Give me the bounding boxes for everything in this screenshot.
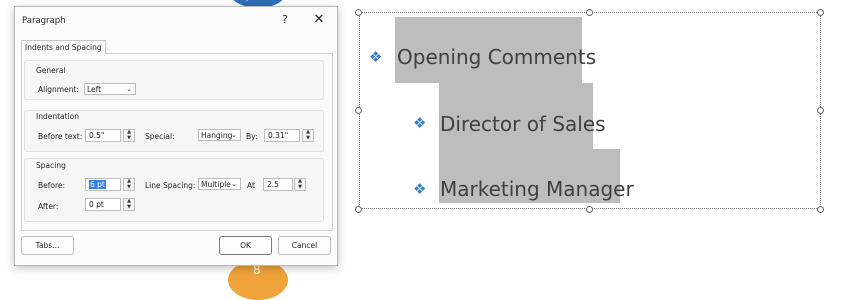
ok-button[interactable]: OK — [219, 236, 272, 255]
before-input[interactable]: 6 pt — [85, 178, 121, 191]
by-spinner[interactable]: ▲ ▼ — [302, 129, 314, 142]
resize-handle-top[interactable] — [586, 9, 593, 16]
special-label: Special: — [145, 132, 175, 141]
bullet-text[interactable]: Director of Sales — [440, 112, 606, 136]
alignment-value: Left — [87, 85, 102, 94]
decorative-badge-text: √ — [244, 0, 251, 4]
line-spacing-label: Line Spacing: — [145, 181, 196, 190]
after-spinner[interactable]: ▲ ▼ — [123, 198, 135, 211]
before-text-label: Before text: — [38, 132, 83, 141]
before-spinner[interactable]: ▲ ▼ — [123, 178, 135, 191]
resize-handle-bottom[interactable] — [586, 206, 593, 213]
resize-handle-bottom-left[interactable] — [355, 206, 362, 213]
chevron-down-icon: ⌄ — [126, 85, 132, 93]
before-text-value: 0.5" — [89, 131, 105, 140]
diamond-bullet-icon: ❖ — [413, 180, 427, 198]
resize-handle-bottom-right[interactable] — [817, 206, 824, 213]
resize-handle-right[interactable] — [817, 107, 824, 114]
chevron-down-icon: ⌄ — [231, 131, 237, 139]
at-input[interactable]: 2.5 — [263, 178, 293, 191]
chevron-down-icon: ⌄ — [231, 180, 237, 188]
after-input[interactable]: 0 pt — [85, 198, 121, 211]
after-value: 0 pt — [89, 200, 104, 209]
by-value: 0.31" — [268, 131, 289, 140]
resize-handle-top-left[interactable] — [355, 9, 362, 16]
resize-handle-left[interactable] — [355, 107, 362, 114]
after-label: After: — [38, 202, 59, 211]
line-spacing-value: Multiple — [201, 180, 231, 189]
at-value: 2.5 — [267, 180, 279, 189]
at-spinner[interactable]: ▲ ▼ — [294, 178, 306, 191]
before-label: Before: — [38, 181, 66, 190]
special-value: Hanging — [201, 131, 233, 140]
alignment-select[interactable]: Left ⌄ — [84, 83, 136, 95]
before-text-spinner[interactable]: ▲ ▼ — [123, 129, 135, 142]
help-button[interactable]: ? — [278, 13, 292, 27]
tabs-button[interactable]: Tabs... — [21, 236, 74, 255]
general-group — [24, 60, 324, 100]
cancel-button[interactable]: Cancel — [278, 236, 331, 255]
at-label: At — [247, 181, 255, 190]
special-select[interactable]: Hanging ⌄ — [198, 129, 241, 141]
dialog-title: Paragraph — [22, 16, 66, 26]
dialog-titlebar[interactable]: Paragraph ? ✕ — [15, 7, 337, 33]
general-header: General — [36, 66, 66, 75]
bullet-text[interactable]: Marketing Manager — [440, 177, 634, 201]
decorative-blob-bottom: 8 — [228, 260, 288, 300]
by-label: By: — [246, 132, 258, 141]
by-input[interactable]: 0.31" — [264, 129, 300, 142]
alignment-label: Alignment: — [38, 85, 79, 94]
close-button[interactable]: ✕ — [311, 12, 327, 28]
tab-indents-and-spacing[interactable]: Indents and Spacing — [21, 40, 106, 54]
resize-handle-top-right[interactable] — [817, 9, 824, 16]
indentation-header: Indentation — [36, 112, 79, 121]
diamond-bullet-icon: ❖ — [413, 114, 427, 132]
before-text-input[interactable]: 0.5" — [85, 129, 121, 142]
line-spacing-select[interactable]: Multiple ⌄ — [198, 178, 241, 190]
spacing-header: Spacing — [36, 161, 66, 170]
before-value: 6 pt — [89, 180, 106, 189]
bullet-text[interactable]: Opening Comments — [397, 45, 596, 69]
diamond-bullet-icon: ❖ — [369, 48, 383, 66]
